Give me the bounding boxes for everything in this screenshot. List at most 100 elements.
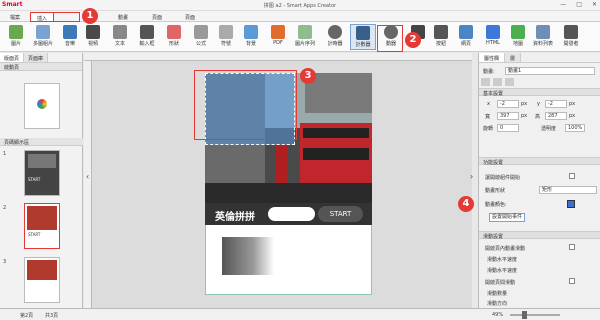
tool-map[interactable]: 地圖 [505,24,531,50]
button-icon [434,25,448,39]
tool-shape[interactable]: 形狀 [161,24,187,50]
start-button[interactable]: START [318,206,363,222]
link-icon[interactable] [505,78,514,86]
autostart-checkbox[interactable] [569,173,575,179]
callout-3: 3 [300,68,316,84]
data-list-icon [536,25,550,39]
section-basic[interactable]: 基本設置 [479,88,600,97]
properties-panel: 屬性欄 層 動畫: 動畫1 基本設置 x -2 px y -2 px 寬 397… [478,53,600,308]
omega-icon [219,25,233,39]
status-bar: 第2頁 共3頁 49% [0,308,600,320]
page-scroll-checkbox[interactable] [569,278,575,284]
highlight-insert-menu [30,12,80,22]
section-launch: 啟動頁 [0,63,82,71]
color-swatch[interactable] [567,200,575,208]
next-page-arrow[interactable]: › [470,172,473,181]
menu-page-2[interactable]: 頁面 [152,14,162,21]
page-thumb-1[interactable]: START [24,150,60,196]
page-panel: 版面頁 頁面庫 啟動頁 頁碼顯示區 1 START 2 START 3 [0,53,83,308]
set-event-button[interactable]: 設置開始事件 [489,213,525,222]
scroll-checkbox[interactable] [569,244,575,250]
tab-layers[interactable]: 層 [505,53,522,62]
width-field[interactable]: 397 [497,112,519,120]
prev-page-arrow[interactable]: ‹ [86,172,89,181]
map-icon [511,25,525,39]
menu-file[interactable]: 檔案 [10,14,20,21]
tool-data-list[interactable]: 資料列表 [530,24,556,50]
webpage-icon [459,25,473,39]
tool-image-sequence[interactable]: 圖片序列 [292,24,318,50]
tab-pages[interactable]: 版面頁 [0,53,25,62]
close-button[interactable]: ✕ [592,1,597,8]
toolbar: 圖片 多圖組片 音樂 視頻 文本 輸入框 形狀 公式 符號 背景 PDF 圖片序… [0,22,600,52]
image-icon [9,25,23,39]
tool-text[interactable]: 文本 [107,24,133,50]
background-icon [244,25,258,39]
page-thumb-3[interactable] [24,257,60,303]
html-icon [486,25,500,39]
stopwatch-icon [328,25,342,39]
menu-animation[interactable]: 動畫 [118,14,128,21]
height-field[interactable]: 287 [545,112,567,120]
formula-icon [194,25,208,39]
tab-properties[interactable]: 屬性欄 [479,53,506,62]
rotation-field[interactable]: 0 [497,124,519,132]
puzzle-preview[interactable] [222,237,274,275]
current-page: 第2頁 [20,313,34,319]
opacity-field[interactable]: 100% [565,124,585,132]
callout-4: 4 [458,196,474,212]
total-pages: 共3頁 [45,313,59,319]
game-time-field[interactable] [268,207,315,221]
menu-page-3[interactable]: 頁面 [185,14,195,21]
logo-icon [37,99,47,109]
developer-icon [564,25,578,39]
x-field[interactable]: -2 [497,100,519,108]
game-title: 英倫拼拼 [215,212,255,223]
tool-symbol[interactable]: 符號 [213,24,239,50]
zoom-level: 49% [492,312,504,318]
vertical-ruler [84,61,92,308]
section-pages: 頁碼顯示區 [0,138,83,146]
tool-formula[interactable]: 公式 [188,24,214,50]
maximize-button[interactable]: □ [576,1,582,8]
tool-button[interactable]: 按鈕 [428,24,454,50]
section-function[interactable]: 功能設置 [479,157,600,166]
highlight-selected-area [194,70,297,140]
callout-2: 2 [405,32,421,48]
minimize-button[interactable]: — [560,1,566,8]
name-field[interactable]: 動畫1 [505,67,595,75]
tool-webpage[interactable]: 網頁 [453,24,479,50]
window-controls: — □ ✕ [560,1,597,8]
image-sequence-icon [298,25,312,39]
tool-input[interactable]: 輸入框 [134,24,160,50]
page-thumb-2[interactable]: START [24,203,60,249]
callout-1: 1 [82,8,98,24]
tool-video[interactable]: 視頻 [80,24,106,50]
launch-page-thumb[interactable] [24,83,60,129]
y-field[interactable]: -2 [545,100,567,108]
tool-html[interactable]: HTML [480,24,506,50]
music-icon [63,25,77,39]
input-icon [140,25,154,39]
multi-image-icon [36,25,50,39]
tool-background[interactable]: 背景 [238,24,264,50]
settings-icon[interactable] [493,78,502,86]
shape-icon [167,25,181,39]
highlight-animation-tool [377,25,403,52]
counter-icon [356,26,370,40]
horizontal-ruler [84,53,472,61]
game-bar: 英倫拼拼 START [205,203,372,225]
pdf-icon [271,25,285,39]
tab-resources[interactable]: 頁面庫 [24,53,49,62]
tool-counter[interactable]: 計數器 [350,24,376,50]
tool-image[interactable]: 圖片 [3,24,29,50]
gear-icon[interactable] [481,78,490,86]
tool-pdf[interactable]: PDF [265,24,291,50]
section-scroll[interactable]: 滑動設置 [479,231,600,240]
tool-developer[interactable]: 開發者 [558,24,584,50]
tool-timer[interactable]: 計時器 [322,24,348,50]
zoom-slider-knob[interactable] [522,311,527,319]
shape-select[interactable]: 矩形 [539,186,597,194]
zoom-slider[interactable] [510,314,560,316]
tool-multi-image[interactable]: 多圖組片 [30,24,56,50]
